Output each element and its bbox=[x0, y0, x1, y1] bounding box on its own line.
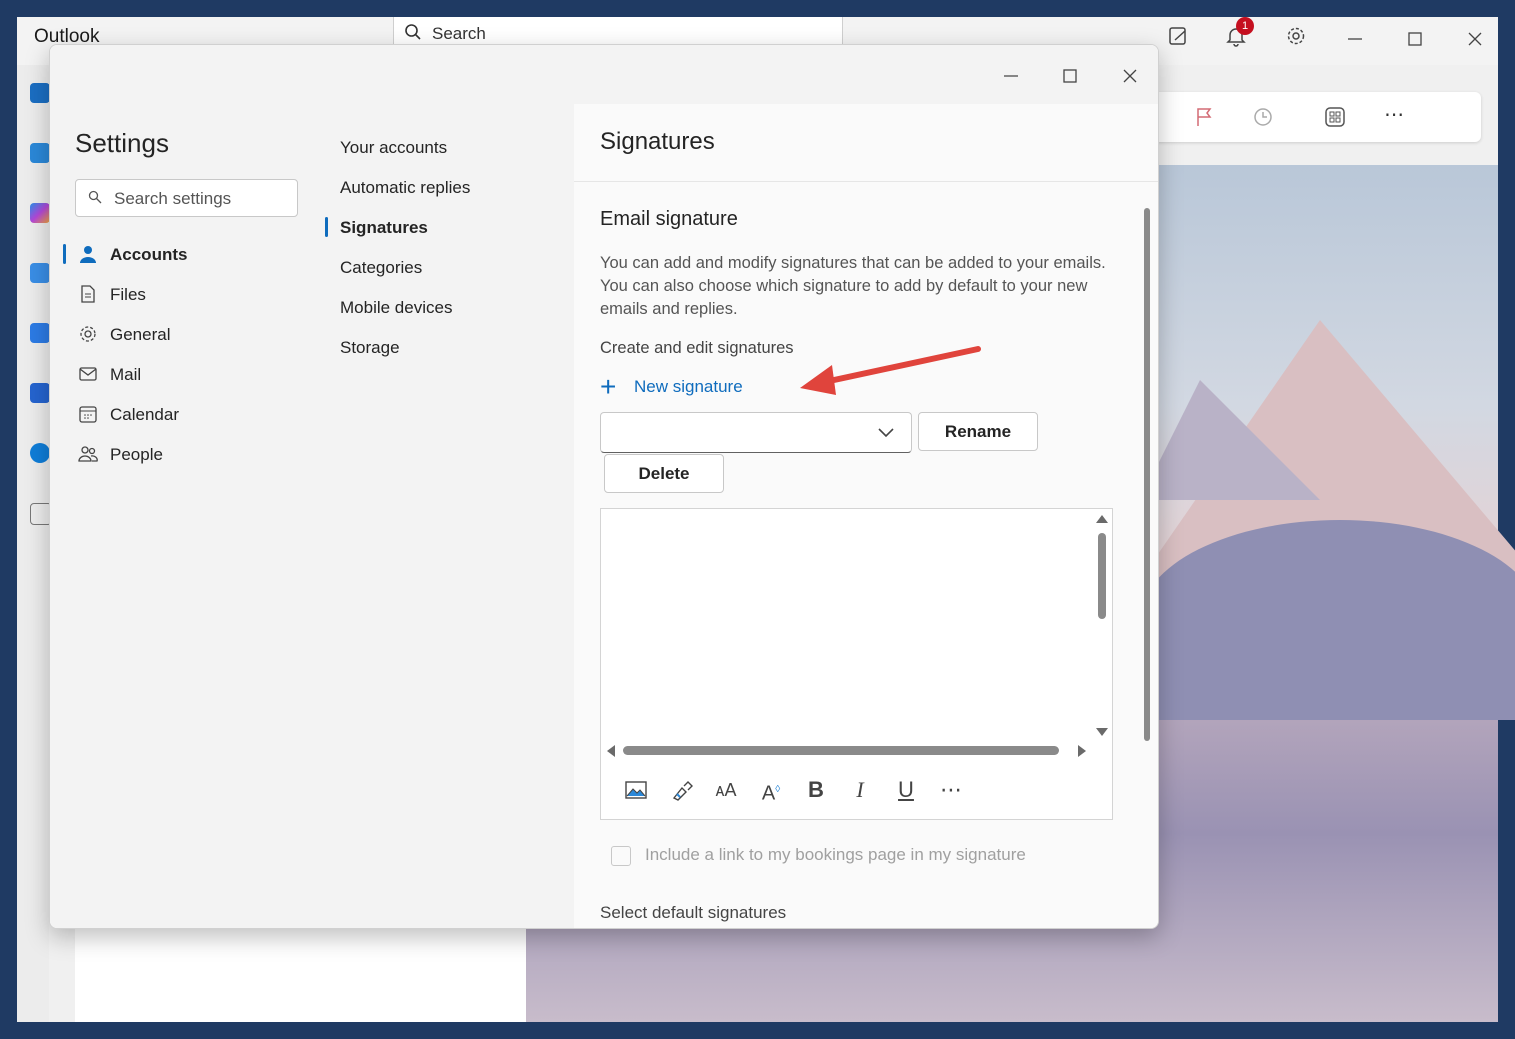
bookings-checkbox-label: Include a link to my bookings page in my… bbox=[645, 845, 1026, 864]
subnav-automatic-replies[interactable]: Automatic replies bbox=[340, 178, 470, 198]
email-signature-description: You can add and modify signatures that c… bbox=[600, 254, 1106, 318]
copilot-app-icon[interactable] bbox=[30, 203, 50, 223]
people-icon bbox=[78, 446, 98, 462]
apps-grid-icon[interactable] bbox=[1324, 106, 1346, 128]
text-effects-icon[interactable]: A◊ bbox=[756, 775, 786, 805]
plus-icon: + bbox=[600, 371, 617, 402]
onedrive-app-icon[interactable] bbox=[30, 443, 50, 463]
mail-app-icon[interactable] bbox=[30, 83, 50, 103]
more-options-icon[interactable]: ⋯ bbox=[1384, 102, 1404, 127]
dialog-titlebar bbox=[50, 45, 1158, 104]
subnav-storage[interactable]: Storage bbox=[340, 338, 400, 358]
more-options-icon[interactable]: ⋯ bbox=[936, 775, 966, 805]
wallpaper-mountain-small bbox=[1140, 380, 1320, 500]
settings-search-box[interactable] bbox=[75, 179, 298, 217]
maximize-icon[interactable] bbox=[1059, 65, 1081, 87]
category-people[interactable]: People bbox=[75, 435, 305, 475]
subnav-mobile-devices[interactable]: Mobile devices bbox=[340, 298, 452, 318]
subnav-your-accounts[interactable]: Your accounts bbox=[340, 138, 447, 158]
settings-dialog: Settings Accounts Files General Mail Cal… bbox=[49, 44, 1159, 929]
wallpaper-dune bbox=[1140, 520, 1515, 720]
mail-icon bbox=[79, 367, 97, 381]
flag-icon[interactable] bbox=[1194, 106, 1216, 128]
underline-icon[interactable]: U bbox=[891, 775, 921, 805]
person-icon bbox=[80, 246, 96, 263]
category-calendar[interactable]: Calendar bbox=[75, 395, 305, 435]
subnav-categories[interactable]: Categories bbox=[340, 258, 422, 278]
people-app-icon[interactable] bbox=[30, 263, 50, 283]
format-painter-icon[interactable] bbox=[667, 775, 697, 805]
rename-button[interactable]: Rename bbox=[918, 412, 1038, 451]
file-icon bbox=[81, 285, 95, 303]
notification-badge: 1 bbox=[1236, 17, 1254, 35]
minimize-icon[interactable] bbox=[1000, 65, 1022, 87]
my-day-icon[interactable] bbox=[1167, 25, 1189, 47]
search-icon bbox=[88, 190, 102, 204]
gear-icon[interactable] bbox=[1285, 25, 1307, 47]
pane-scrollbar-thumb[interactable] bbox=[1144, 208, 1150, 741]
close-icon[interactable] bbox=[1467, 31, 1483, 47]
bookings-checkbox[interactable] bbox=[611, 846, 631, 866]
bold-icon[interactable]: B bbox=[801, 775, 831, 805]
horizontal-scrollbar-thumb[interactable] bbox=[623, 746, 1059, 755]
new-signature-label: New signature bbox=[634, 377, 743, 396]
email-signature-title: Email signature bbox=[600, 208, 738, 230]
message-list-panel bbox=[75, 928, 526, 1022]
annotation-arrow bbox=[800, 346, 981, 395]
scroll-left-arrow[interactable] bbox=[607, 745, 615, 757]
category-general[interactable]: General bbox=[75, 315, 305, 355]
delete-button[interactable]: Delete bbox=[604, 454, 724, 493]
calendar-icon bbox=[79, 406, 97, 423]
vertical-scrollbar-thumb[interactable] bbox=[1098, 533, 1106, 619]
pane-divider bbox=[574, 181, 1158, 182]
close-icon[interactable] bbox=[1119, 65, 1141, 87]
scroll-right-arrow[interactable] bbox=[1078, 745, 1086, 757]
font-size-icon[interactable]: ᴀA bbox=[711, 775, 741, 805]
new-signature-button[interactable]: + New signature bbox=[600, 373, 760, 401]
app-search-placeholder: Search bbox=[432, 24, 486, 43]
reading-toolbar: ⋯ bbox=[1140, 92, 1481, 142]
pane-title: Signatures bbox=[600, 128, 715, 155]
italic-icon[interactable]: I bbox=[845, 775, 875, 805]
category-mail[interactable]: Mail bbox=[75, 355, 305, 395]
active-subnav-indicator bbox=[325, 217, 328, 237]
app-rail bbox=[17, 65, 52, 1022]
groups-app-icon[interactable] bbox=[30, 323, 50, 343]
calendar-app-icon[interactable] bbox=[30, 143, 50, 163]
settings-categories-column bbox=[50, 104, 323, 928]
active-category-indicator bbox=[63, 244, 66, 264]
settings-search-input[interactable] bbox=[112, 186, 296, 212]
insert-picture-icon[interactable] bbox=[621, 775, 651, 805]
settings-title: Settings bbox=[75, 128, 169, 158]
scroll-down-arrow[interactable] bbox=[1096, 728, 1108, 736]
search-icon bbox=[405, 24, 421, 40]
chevron-down-icon bbox=[878, 428, 894, 438]
maximize-icon[interactable] bbox=[1407, 31, 1423, 47]
minimize-icon[interactable] bbox=[1347, 31, 1363, 47]
category-accounts[interactable]: Accounts bbox=[75, 235, 305, 275]
scroll-up-arrow[interactable] bbox=[1096, 515, 1108, 523]
subnav-signatures[interactable]: Signatures bbox=[340, 218, 428, 238]
todo-app-icon[interactable] bbox=[30, 383, 50, 403]
select-default-signatures-label: Select default signatures bbox=[600, 903, 787, 922]
category-files[interactable]: Files bbox=[75, 275, 305, 315]
clock-icon[interactable] bbox=[1252, 106, 1274, 128]
gear-icon bbox=[80, 326, 96, 342]
signature-editor[interactable]: ᴀA A◊ B I U ⋯ bbox=[600, 508, 1113, 820]
signature-select[interactable] bbox=[600, 412, 912, 453]
